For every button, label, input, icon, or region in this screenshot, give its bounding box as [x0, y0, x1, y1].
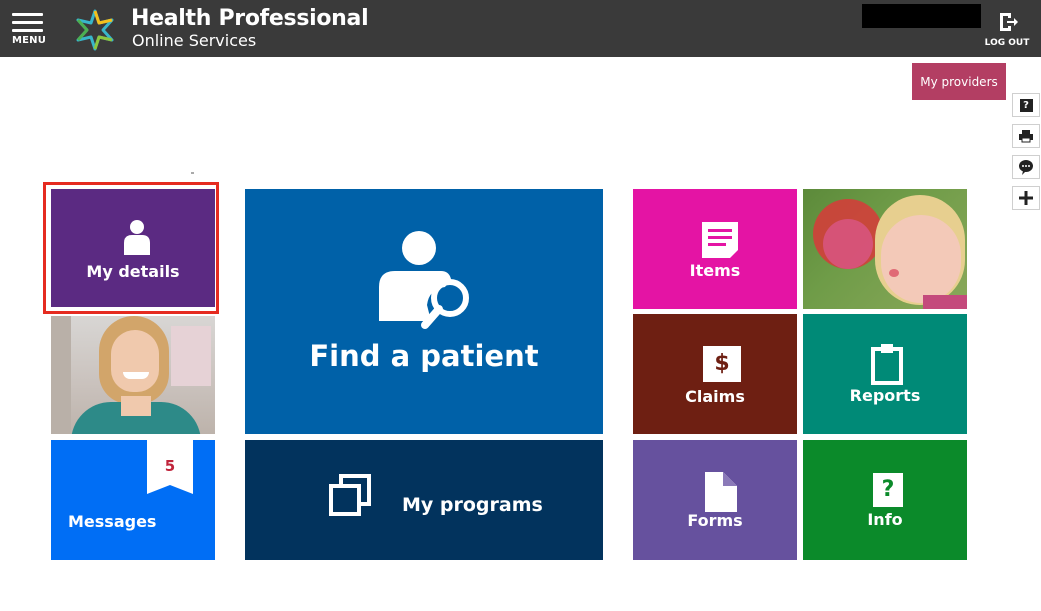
items-tile[interactable]: Items — [633, 189, 797, 309]
message-count-badge: 5 — [164, 457, 176, 475]
brand-title: Health Professional — [131, 6, 369, 31]
items-label: Items — [689, 261, 741, 280]
my-providers-label: My providers — [920, 74, 998, 89]
menu-label: MENU — [11, 35, 47, 46]
find-a-patient-label: Find a patient — [309, 339, 539, 373]
info-label: Info — [867, 510, 903, 529]
dollar-icon: $ — [703, 346, 741, 382]
claims-label: Claims — [685, 387, 745, 406]
selection-highlight — [43, 182, 219, 314]
my-programs-label: My programs — [402, 494, 543, 516]
child-photo — [803, 189, 967, 309]
hpos-star-logo-icon — [76, 9, 114, 51]
forms-tile[interactable]: Forms — [633, 440, 797, 560]
claims-tile[interactable]: $ Claims — [633, 314, 797, 434]
messages-tile[interactable]: 5 Messages — [51, 440, 215, 560]
add-icon — [1019, 191, 1033, 205]
logout-button[interactable]: LOG OUT — [984, 11, 1030, 51]
patient-search-icon — [379, 231, 469, 329]
brand-subtitle: Online Services — [132, 31, 257, 50]
reports-label: Reports — [849, 386, 921, 405]
document-list-icon — [702, 222, 738, 258]
chat-icon — [1019, 160, 1033, 175]
help-icon: ? — [1019, 98, 1033, 112]
print-icon — [1019, 130, 1033, 143]
nurse-photo — [51, 316, 215, 434]
redacted-user-name — [862, 4, 981, 28]
reports-tile[interactable]: Reports — [803, 314, 967, 434]
my-programs-tile[interactable]: My programs — [245, 440, 603, 560]
top-header-bar: MENU Health Professional Online Services… — [0, 0, 1041, 57]
divider-dot — [191, 172, 194, 174]
copy-windows-icon — [329, 474, 371, 516]
menu-button[interactable]: MENU — [11, 11, 47, 49]
clipboard-icon — [871, 344, 903, 385]
hamburger-icon-bar — [12, 21, 43, 24]
logout-label: LOG OUT — [984, 38, 1030, 48]
forms-label: Forms — [687, 511, 743, 530]
find-a-patient-tile[interactable]: Find a patient — [245, 189, 603, 434]
form-document-icon — [705, 472, 737, 512]
hamburger-icon-bar — [12, 29, 43, 32]
help-tool-button[interactable]: ? — [1012, 93, 1040, 117]
info-tile[interactable]: ? Info — [803, 440, 967, 560]
messages-label: Messages — [68, 512, 157, 531]
add-tool-button[interactable] — [1012, 186, 1040, 210]
question-mark-icon: ? — [873, 473, 903, 507]
hamburger-icon-bar — [12, 13, 43, 16]
chat-tool-button[interactable] — [1012, 155, 1040, 179]
print-tool-button[interactable] — [1012, 124, 1040, 148]
my-providers-button[interactable]: My providers — [912, 63, 1006, 100]
logout-icon — [1000, 13, 1018, 31]
